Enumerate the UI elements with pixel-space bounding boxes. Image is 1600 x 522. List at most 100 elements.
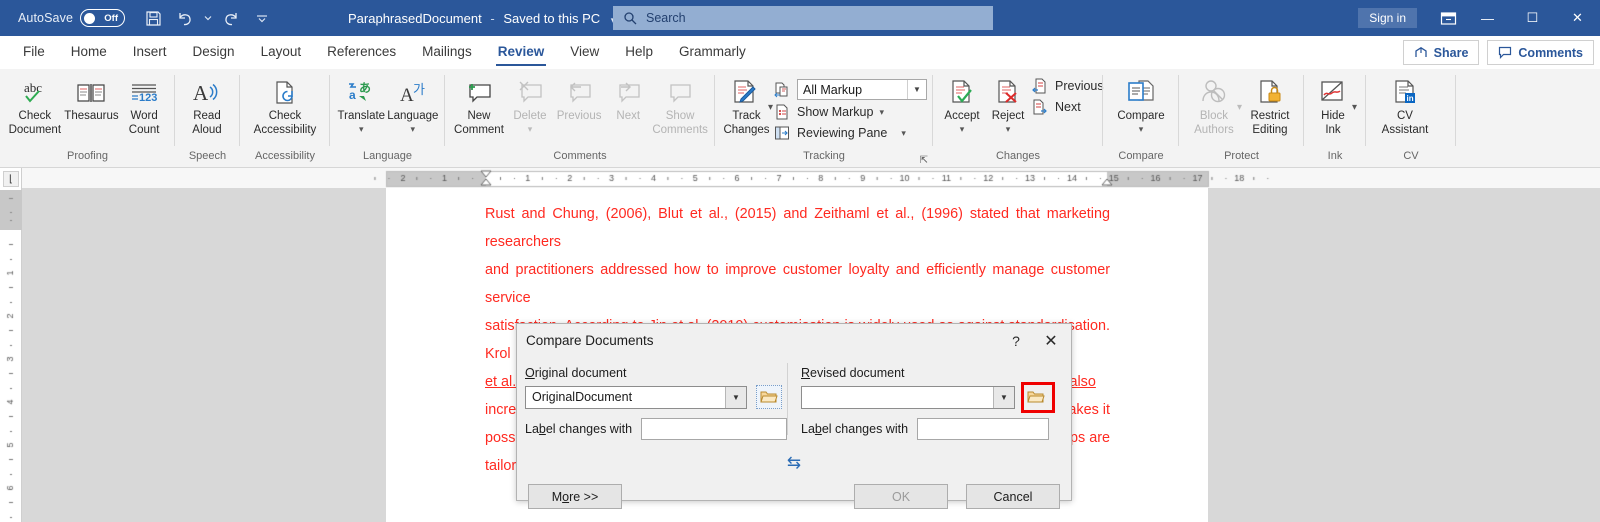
tab-grammarly[interactable]: Grammarly — [666, 39, 759, 66]
tab-home[interactable]: Home — [58, 39, 120, 66]
horizontal-ruler[interactable] — [22, 168, 1600, 188]
revised-label-changes-input[interactable] — [917, 418, 1049, 440]
sign-in-button[interactable]: Sign in — [1358, 8, 1417, 28]
show-comments-icon — [664, 76, 696, 110]
thesaurus-button[interactable]: Thesaurus — [64, 73, 120, 124]
translate-chevron-down-icon[interactable]: ▾ — [359, 124, 364, 134]
next-comment-button[interactable]: Next — [605, 73, 651, 124]
tab-layout[interactable]: Layout — [248, 39, 315, 66]
compare-documents-button[interactable]: Compare ▾ — [1109, 73, 1173, 134]
tab-help[interactable]: Help — [612, 39, 666, 66]
show-comments-button[interactable]: Show Comments — [651, 73, 709, 137]
original-label-changes-label: Label changes with — [525, 422, 633, 436]
tab-file[interactable]: File — [10, 39, 58, 66]
tab-mailings[interactable]: Mailings — [409, 39, 485, 66]
undo-icon[interactable] — [169, 3, 201, 33]
title-bar: AutoSave Off ParaphrasedDocument - Saved… — [0, 0, 1600, 36]
document-line-6-right: ps are — [1070, 430, 1110, 446]
display-for-review-dropdown[interactable]: All Markup ▼ — [797, 79, 927, 100]
show-markup-row[interactable]: Show Markup ▾ — [773, 103, 927, 121]
autosave-toggle-knob — [84, 12, 96, 24]
previous-change-icon — [1031, 77, 1049, 95]
original-document-label-text: riginal document — [534, 366, 627, 380]
restrict-editing-button[interactable]: Restrict Editing — [1242, 73, 1298, 137]
comments-button[interactable]: Comments — [1487, 40, 1594, 65]
customize-quick-access-toolbar-icon[interactable] — [246, 3, 278, 33]
compare-chevron-down-icon[interactable]: ▾ — [1139, 124, 1144, 134]
ribbon-display-options-icon[interactable] — [1431, 0, 1465, 36]
share-button[interactable]: Share — [1402, 40, 1480, 65]
tracking-dialog-launcher-icon[interactable]: ⇱ — [920, 155, 928, 166]
reviewing-pane-chevron-down-icon[interactable]: ▾ — [901, 128, 906, 139]
previous-comment-button[interactable]: Previous — [553, 73, 605, 124]
previous-comment-icon — [563, 76, 595, 110]
translate-button[interactable]: aあ Translate ▾ — [336, 73, 387, 134]
ok-button[interactable]: OK — [854, 484, 948, 509]
original-browse-button[interactable] — [756, 385, 782, 409]
tab-view[interactable]: View — [557, 39, 612, 66]
vertical-ruler[interactable]: ⌊ — [0, 168, 22, 522]
previous-change-row[interactable]: Previous — [1031, 77, 1104, 95]
track-changes-button[interactable]: Track Changes — [721, 73, 772, 137]
previous-comment-label: Previous — [556, 110, 602, 122]
autosave-toggle[interactable]: Off — [80, 9, 126, 27]
delete-comment-chevron-down-icon[interactable]: ▾ — [528, 124, 533, 134]
save-icon[interactable] — [137, 3, 169, 33]
document-title[interactable]: ParaphrasedDocument - Saved to this PC ▾ — [348, 11, 615, 26]
tab-insert[interactable]: Insert — [120, 39, 180, 66]
dialog-body: Original document OriginalDocument ▼ Lab… — [517, 357, 1071, 509]
revised-document-dropdown[interactable]: ▼ — [801, 385, 1015, 409]
tracking-stack: All Markup ▼ Show Markup ▾ Reviewing Pan… — [773, 73, 927, 142]
chevron-down-icon[interactable]: ▼ — [992, 386, 1014, 408]
close-icon[interactable]: ✕ — [1031, 331, 1071, 351]
ribbon-group-title-tracking: Tracking — [803, 150, 845, 162]
reject-chevron-down-icon[interactable]: ▾ — [1006, 124, 1011, 134]
ribbon-group-protect: Block Authors ▾ Restrict Editing Protect — [1179, 69, 1304, 168]
tab-design[interactable]: Design — [180, 39, 248, 66]
cv-assistant-button[interactable]: in CV Assistant — [1372, 73, 1438, 137]
cancel-button[interactable]: Cancel — [966, 484, 1060, 509]
revised-browse-button[interactable] — [1020, 382, 1055, 413]
language-button[interactable]: A가 Language ▾ — [387, 73, 439, 134]
word-count-button[interactable]: 123 Word Count — [119, 73, 169, 137]
display-for-review-row[interactable]: All Markup ▼ — [773, 79, 927, 100]
search-input[interactable]: Search — [613, 6, 993, 30]
read-aloud-button[interactable]: A Read Aloud — [181, 73, 233, 137]
tab-references[interactable]: References — [314, 39, 409, 66]
check-accessibility-button[interactable]: Check Accessibility — [246, 73, 324, 137]
hide-ink-button[interactable]: Hide Ink — [1310, 73, 1356, 137]
chevron-down-icon[interactable]: ▼ — [907, 80, 926, 99]
check-accessibility-icon — [270, 76, 300, 110]
more-button[interactable]: More >> — [528, 484, 622, 509]
reviewing-pane-row[interactable]: Reviewing Pane ▾ — [773, 124, 927, 142]
reviewing-pane-icon — [773, 124, 791, 142]
show-markup-chevron-down-icon[interactable]: ▾ — [879, 107, 884, 118]
check-document-button[interactable]: abc Check Document — [6, 73, 64, 137]
delete-comment-button[interactable]: Delete ▾ — [507, 73, 553, 134]
minimize-button[interactable]: — — [1465, 0, 1510, 36]
vertical-ruler-ticks — [0, 168, 22, 522]
help-question-icon[interactable]: ? — [1001, 333, 1031, 349]
close-button[interactable]: ✕ — [1555, 0, 1600, 36]
tab-review[interactable]: Review — [485, 39, 558, 66]
reject-change-button[interactable]: Reject ▾ — [985, 73, 1031, 134]
hide-ink-chevron-down-icon[interactable]: ▾ — [1352, 102, 1357, 113]
redo-icon[interactable] — [214, 3, 246, 33]
next-change-row[interactable]: Next — [1031, 98, 1104, 116]
maximize-button[interactable]: ☐ — [1510, 0, 1555, 36]
delete-comment-icon — [514, 76, 546, 110]
accept-chevron-down-icon[interactable]: ▾ — [960, 124, 965, 134]
compare-documents-icon — [1125, 76, 1157, 110]
svg-text:あ: あ — [359, 81, 371, 95]
new-comment-button[interactable]: New Comment — [451, 73, 507, 137]
original-label-changes-input[interactable] — [641, 418, 787, 440]
swap-documents-icon[interactable]: ⇆ — [787, 453, 801, 473]
comment-bubble-icon — [1498, 46, 1512, 59]
chevron-down-icon[interactable]: ▼ — [725, 386, 746, 408]
undo-dropdown-chevron-down-icon[interactable] — [201, 3, 214, 33]
language-chevron-down-icon[interactable]: ▾ — [411, 124, 416, 134]
original-document-dropdown[interactable]: OriginalDocument ▼ — [525, 385, 747, 409]
check-document-icon: abc — [18, 76, 52, 110]
block-authors-button[interactable]: Block Authors — [1185, 73, 1243, 137]
accept-change-button[interactable]: Accept ▾ — [939, 73, 985, 134]
